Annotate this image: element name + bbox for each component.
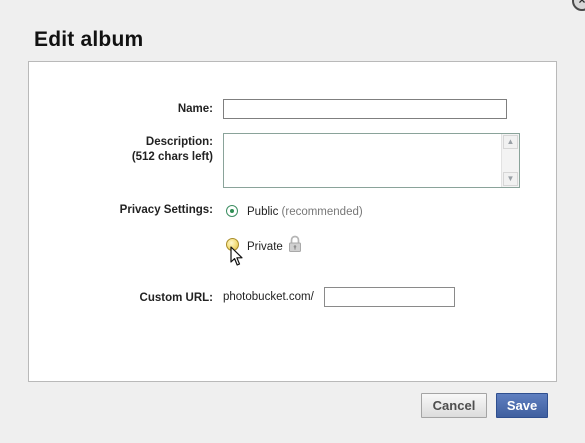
description-label: Description: — [145, 136, 213, 148]
cancel-button[interactable]: Cancel — [421, 393, 487, 418]
custom-url-label: Custom URL: — [139, 292, 213, 304]
private-option[interactable]: Private — [247, 241, 283, 253]
album-form-panel: Name: Description: (512 chars left) ▲ ▼ … — [28, 61, 557, 382]
album-name-input[interactable] — [223, 99, 507, 119]
name-label: Name: — [177, 103, 213, 115]
custom-url-input[interactable] — [324, 287, 455, 307]
chevron-up-icon[interactable]: ▲ — [503, 135, 518, 149]
close-icon[interactable]: × — [572, 0, 585, 11]
public-option[interactable]: Public (recommended) — [247, 206, 363, 218]
public-recommended-note: (recommended) — [281, 206, 363, 218]
public-radio[interactable] — [226, 205, 238, 217]
dialog-title: Edit album — [34, 28, 144, 51]
private-label: Private — [247, 241, 283, 253]
public-label: Public — [247, 206, 279, 218]
lock-icon — [289, 235, 301, 252]
custom-url-prefix: photobucket.com/ — [223, 291, 314, 303]
description-textarea[interactable] — [224, 134, 502, 187]
save-button[interactable]: Save — [496, 393, 548, 418]
chevron-down-icon[interactable]: ▼ — [503, 172, 518, 186]
mouse-pointer-icon — [230, 246, 243, 266]
description-field[interactable]: ▲ ▼ — [223, 133, 520, 188]
description-char-count: (512 chars left) — [131, 151, 213, 163]
privacy-settings-label: Privacy Settings: — [119, 204, 213, 216]
edit-album-dialog: × Edit album Name: Description: (512 cha… — [0, 0, 585, 443]
description-scrollbar[interactable]: ▲ ▼ — [501, 134, 519, 187]
